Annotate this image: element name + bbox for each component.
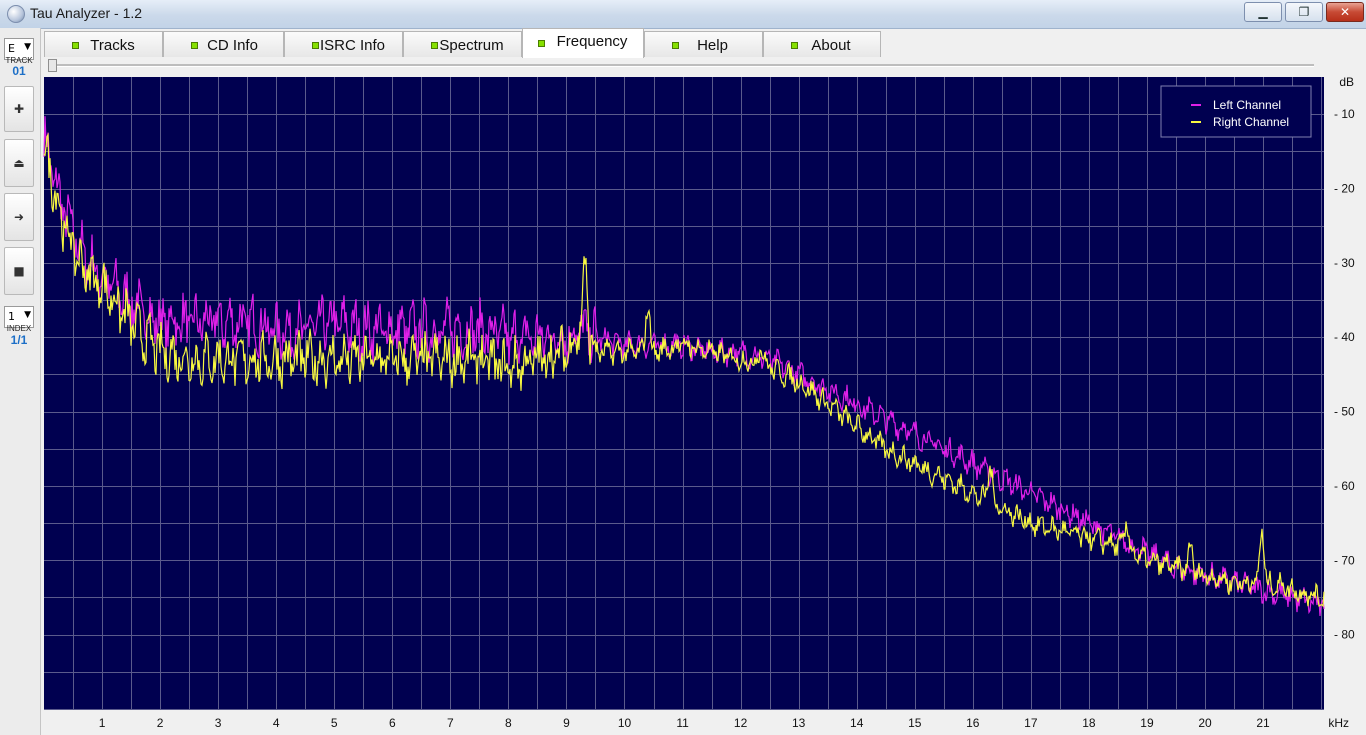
y-axis-label: dB bbox=[1339, 76, 1354, 89]
track-number: 01 bbox=[12, 64, 26, 78]
x-tick-label: 2 bbox=[157, 716, 164, 730]
y-tick-label: - 20 bbox=[1334, 182, 1355, 196]
tab-label: Help bbox=[697, 37, 728, 54]
x-tick-label: 10 bbox=[618, 716, 632, 730]
plus-icon: ✚ bbox=[13, 102, 25, 116]
legend-left-channel: Left Channel bbox=[1213, 98, 1281, 112]
minimize-button[interactable]: ▁ bbox=[1244, 2, 1282, 22]
tab-bar: Tracks CD Info ISRC Info Spectrum Freque… bbox=[42, 28, 1362, 58]
chevron-down-icon: ▼ bbox=[24, 310, 31, 320]
x-tick-label: 18 bbox=[1082, 716, 1096, 730]
tab-frequency[interactable]: Frequency bbox=[522, 28, 644, 58]
tab-label: About bbox=[811, 37, 851, 54]
x-tick-label: 12 bbox=[734, 716, 748, 730]
stop-button[interactable]: ■ bbox=[4, 247, 34, 295]
tab-label: Spectrum bbox=[439, 37, 504, 54]
tab-spectrum[interactable]: Spectrum bbox=[403, 31, 522, 57]
x-tick-label: 21 bbox=[1256, 716, 1270, 730]
index-select-value: 1 bbox=[8, 310, 15, 323]
eject-icon: ⏏ bbox=[13, 156, 25, 170]
position-slider[interactable] bbox=[44, 58, 1362, 76]
tab-cd-info[interactable]: CD Info bbox=[163, 31, 284, 57]
y-tick-label: - 40 bbox=[1334, 330, 1355, 344]
arrow-right-icon: ➜ bbox=[13, 210, 25, 224]
chevron-down-icon: ▼ bbox=[24, 42, 31, 52]
tab-label: Tracks bbox=[90, 37, 135, 54]
x-tick-label: 11 bbox=[676, 716, 689, 730]
x-tick-label: 5 bbox=[331, 716, 338, 730]
legend: Left Channel Right Channel bbox=[1160, 85, 1312, 138]
maximize-button[interactable]: ❐ bbox=[1285, 2, 1323, 22]
tab-about[interactable]: About bbox=[763, 31, 881, 57]
legend-right-channel: Right Channel bbox=[1213, 115, 1289, 129]
app-icon bbox=[7, 5, 25, 23]
index-number: 1/1 bbox=[10, 333, 28, 347]
x-tick-label: 17 bbox=[1024, 716, 1038, 730]
x-tick-label: 1 bbox=[99, 716, 106, 730]
x-tick-label: 7 bbox=[447, 716, 454, 730]
left-toolbar: E ▼ TRACK 01 ✚ ⏏ ➜ ■ 1 ▼ INDEX 1/1 bbox=[0, 28, 41, 735]
slider-track bbox=[48, 64, 1314, 67]
x-tick-label: 19 bbox=[1140, 716, 1154, 730]
x-tick-label: 6 bbox=[389, 716, 396, 730]
tab-label: ISRC Info bbox=[319, 37, 386, 54]
tab-tracks[interactable]: Tracks bbox=[44, 31, 163, 57]
x-axis-label: kHz bbox=[1328, 716, 1349, 730]
tab-help[interactable]: Help bbox=[644, 31, 763, 57]
x-tick-label: 16 bbox=[966, 716, 980, 730]
tab-label: Frequency bbox=[556, 33, 628, 50]
close-button[interactable]: ✕ bbox=[1326, 2, 1364, 22]
x-axis: 1 2 3 4 5 6 7 8 9 10 11 12 13 14 15 16 17 18 19 20 21 bbox=[99, 716, 1270, 730]
x-tick-label: 13 bbox=[792, 716, 806, 730]
next-button[interactable]: ➜ bbox=[4, 193, 34, 241]
y-tick-label: - 50 bbox=[1334, 405, 1355, 419]
y-tick-label: - 30 bbox=[1334, 256, 1355, 270]
x-tick-label: 15 bbox=[908, 716, 922, 730]
x-tick-label: 3 bbox=[215, 716, 222, 730]
x-tick-label: 9 bbox=[563, 716, 570, 730]
x-tick-label: 4 bbox=[273, 716, 280, 730]
frequency-chart: - 10- 20- 30- 40- 50- 60- 70- 80 1234567… bbox=[42, 76, 1366, 735]
tab-isrc-info[interactable]: ISRC Info bbox=[284, 31, 403, 57]
window-title: Tau Analyzer - 1.2 bbox=[30, 5, 143, 21]
x-tick-label: 8 bbox=[505, 716, 512, 730]
y-tick-label: - 60 bbox=[1334, 479, 1355, 493]
stop-icon: ■ bbox=[13, 264, 25, 278]
index-label: INDEX bbox=[6, 324, 32, 333]
slider-thumb[interactable] bbox=[48, 59, 57, 72]
eject-button[interactable]: ⏏ bbox=[4, 139, 34, 187]
tab-label: CD Info bbox=[207, 37, 258, 54]
y-tick-label: - 70 bbox=[1334, 553, 1355, 567]
y-tick-label: - 10 bbox=[1334, 107, 1355, 121]
track-select-value: E bbox=[8, 42, 15, 55]
title-bar: Tau Analyzer - 1.2 ▁ ❐ ✕ bbox=[0, 0, 1366, 29]
x-tick-label: 20 bbox=[1198, 716, 1212, 730]
add-button[interactable]: ✚ bbox=[4, 86, 34, 132]
y-tick-label: - 80 bbox=[1334, 628, 1355, 642]
x-tick-label: 14 bbox=[850, 716, 864, 730]
